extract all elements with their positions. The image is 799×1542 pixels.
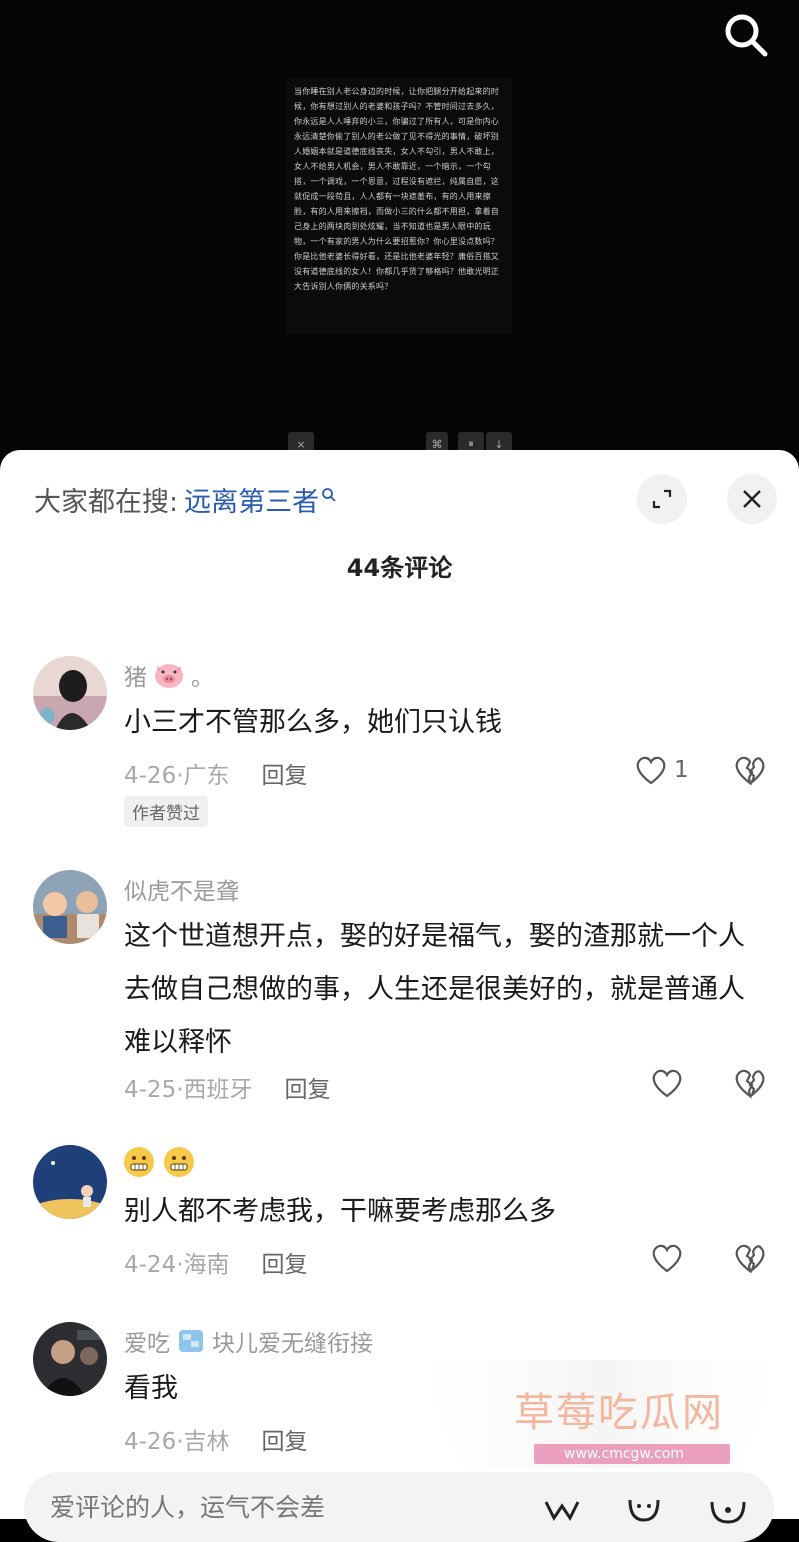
comment-date: 4-24·海南: [124, 1252, 230, 1278]
video-player[interactable]: 当你睡在别人老公身边的时候，让你把腿分开给起来的时候，你有想过别人的老婆和孩子吗…: [0, 0, 799, 460]
comment-author[interactable]: 猪 。: [124, 658, 214, 692]
comment-count: 44条评论: [346, 554, 453, 582]
hot-search-prefix: 大家都在搜:: [34, 487, 179, 518]
close-icon: [743, 490, 761, 508]
heart-icon: [652, 1244, 682, 1273]
ice-cube-icon: [179, 1330, 203, 1352]
avatar[interactable]: [33, 1322, 107, 1396]
watermark-title: 草莓吃瓜网: [514, 1390, 724, 1436]
dislike-button[interactable]: [733, 1067, 767, 1103]
like-button[interactable]: [650, 1242, 684, 1274]
like-button[interactable]: 1: [634, 754, 689, 786]
watermark: 草莓吃瓜网 www.cmcgw.com: [418, 1360, 783, 1468]
watermark-url: www.cmcgw.com: [564, 1446, 684, 1462]
comment-date: 4-26·吉林: [124, 1429, 230, 1455]
broken-heart-icon: [735, 756, 765, 786]
at-mention-icon[interactable]: [542, 1494, 582, 1524]
comment-input-bar[interactable]: 爱评论的人，运气不会差: [24, 1472, 774, 1542]
heart-icon: [652, 1069, 682, 1098]
expand-button[interactable]: [637, 474, 687, 524]
comment-date: 4-25·西班牙: [124, 1077, 253, 1103]
comment-meta: 4-26·广东 回复: [124, 756, 308, 790]
sticker-icon[interactable]: [708, 1494, 748, 1524]
comment-text: 这个世道想开点，娶的好是福气，娶的渣那就一个人去做自己想做的事，人生还是很美好的…: [124, 921, 745, 1058]
avatar[interactable]: [33, 1145, 107, 1219]
heart-icon: [636, 756, 666, 785]
avatar[interactable]: [33, 870, 107, 944]
grimace-emoji-icon: [124, 1147, 154, 1177]
broken-heart-icon: [735, 1069, 765, 1099]
emoji-icon[interactable]: [624, 1494, 664, 1524]
comment-date: 4-26·广东: [124, 763, 230, 789]
dislike-button[interactable]: [733, 754, 767, 790]
like-button[interactable]: [650, 1067, 684, 1099]
comment-meta: 4-24·海南 回复: [124, 1245, 308, 1279]
broken-heart-icon: [735, 1244, 765, 1274]
hot-search-bar: 大家都在搜: 远离第三者: [34, 480, 337, 519]
reply-button[interactable]: 回复: [262, 1252, 308, 1278]
author-liked-badge: 作者赞过: [124, 796, 208, 827]
like-count: 1: [674, 757, 689, 783]
reply-button[interactable]: 回复: [262, 763, 308, 789]
search-icon[interactable]: [723, 12, 769, 58]
comment-author[interactable]: 爱吃 块儿爱无缝衔接: [124, 1324, 373, 1358]
search-small-icon: [322, 487, 336, 502]
avatar[interactable]: [33, 656, 107, 730]
expand-icon: [652, 489, 672, 509]
reply-button[interactable]: 回复: [285, 1077, 331, 1103]
reply-button[interactable]: 回复: [262, 1429, 308, 1455]
comment-meta: 4-25·西班牙 回复: [124, 1070, 331, 1104]
comment-text: 别人都不考虑我，干嘛要考虑那么多: [124, 1196, 556, 1227]
pig-emoji-icon: [155, 664, 183, 688]
comment-text: 小三才不管那么多，她们只认钱: [124, 707, 502, 738]
comment-author[interactable]: [124, 1147, 204, 1177]
grimace-emoji-icon: [164, 1147, 194, 1177]
comment-author[interactable]: 似虎不是聋: [124, 872, 239, 906]
dislike-button[interactable]: [733, 1242, 767, 1278]
close-button[interactable]: [727, 474, 777, 524]
comment-meta: 4-26·吉林 回复: [124, 1422, 308, 1456]
video-caption-text: 当你睡在别人老公身边的时候，让你把腿分开给起来的时候，你有想过别人的老婆和孩子吗…: [286, 78, 512, 334]
hot-search-link[interactable]: 远离第三者: [184, 480, 319, 519]
